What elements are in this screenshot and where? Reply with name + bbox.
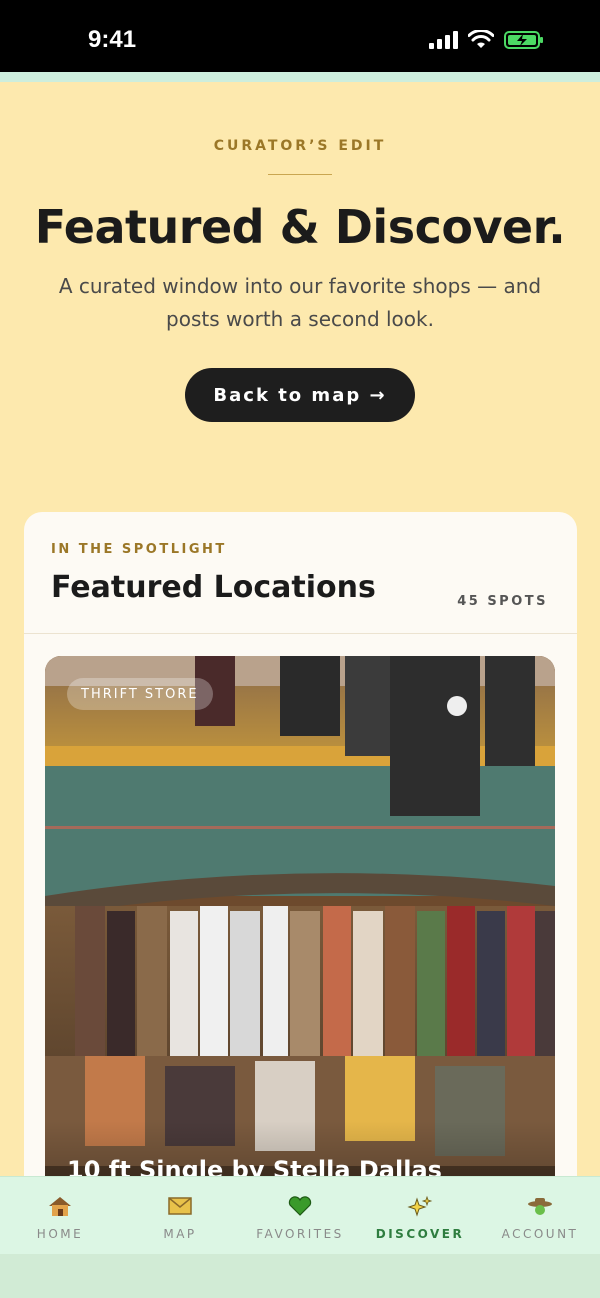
status-icons	[429, 30, 544, 50]
hero-section: CURATOR’S EDIT Featured & Discover. A cu…	[0, 82, 600, 1292]
heart-icon	[288, 1196, 312, 1216]
cowboy-hat-icon	[528, 1198, 552, 1215]
card-divider	[24, 633, 577, 634]
page-subtitle: A curated window into our favorite shops…	[58, 274, 542, 331]
wifi-icon	[468, 30, 494, 48]
eyebrow-divider	[268, 174, 332, 175]
nav-home[interactable]: HOME	[0, 1177, 120, 1254]
nav-label-home: HOME	[36, 1227, 84, 1241]
nav-label-discover: DISCOVER	[375, 1227, 465, 1241]
spots-count: 45 SPOTS	[457, 594, 548, 609]
hero-eyebrow: CURATOR’S EDIT	[213, 138, 387, 154]
sparkles-icon	[407, 1195, 433, 1217]
status-bar: 9:41	[0, 0, 600, 72]
nav-map[interactable]: MAP	[120, 1177, 240, 1254]
page-title: Featured & Discover.	[34, 200, 566, 254]
featured-locations-card: IN THE SPOTLIGHT Featured Locations 45 S…	[24, 512, 577, 1292]
nav-favorites[interactable]: FAVORITES	[240, 1177, 360, 1254]
nav-label-account: ACCOUNT	[501, 1227, 579, 1241]
category-chip: THRIFT STORE	[67, 678, 213, 710]
back-to-map-button[interactable]: Back to map →	[185, 368, 415, 422]
nav-discover[interactable]: DISCOVER	[360, 1177, 480, 1254]
spotlight-eyebrow: IN THE SPOTLIGHT	[51, 542, 227, 557]
nav-account[interactable]: ACCOUNT	[480, 1177, 600, 1254]
home-indicator-area	[0, 1254, 600, 1298]
bottom-nav: HOME MAP FAVORITES DISCOVER ACCOUNT	[0, 1176, 600, 1254]
battery-charging-icon	[504, 31, 543, 49]
top-accent-strip	[0, 72, 600, 82]
status-time: 9:41	[88, 26, 137, 53]
signal-icon	[429, 31, 458, 49]
nav-label-map: MAP	[163, 1227, 197, 1241]
map-icon	[168, 1197, 192, 1215]
house-icon	[49, 1197, 71, 1216]
nav-label-favorites: FAVORITES	[256, 1227, 344, 1241]
section-title: Featured Locations	[51, 570, 376, 605]
